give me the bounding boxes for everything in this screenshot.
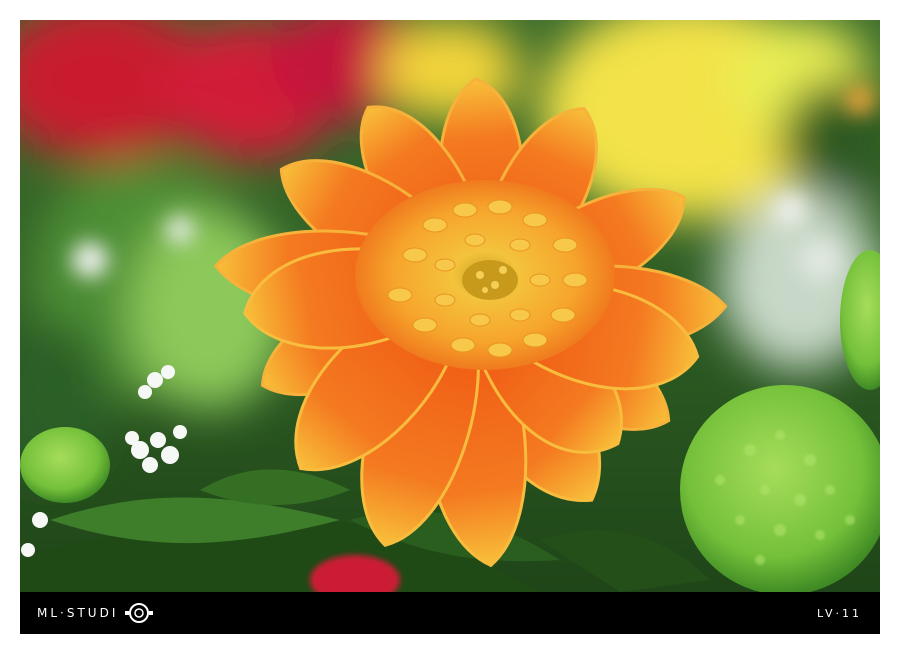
brand-text: ML·STUDI (37, 606, 119, 620)
image-code: LV·11 (817, 606, 862, 620)
aperture-ring-icon (125, 603, 154, 623)
brand: ML·STUDI (37, 592, 154, 634)
caption-bar: ML·STUDI LV·11 (20, 592, 880, 634)
gerbera-photo (20, 20, 880, 592)
photo-frame: ML·STUDI LV·11 (0, 0, 900, 654)
photo (20, 20, 880, 592)
